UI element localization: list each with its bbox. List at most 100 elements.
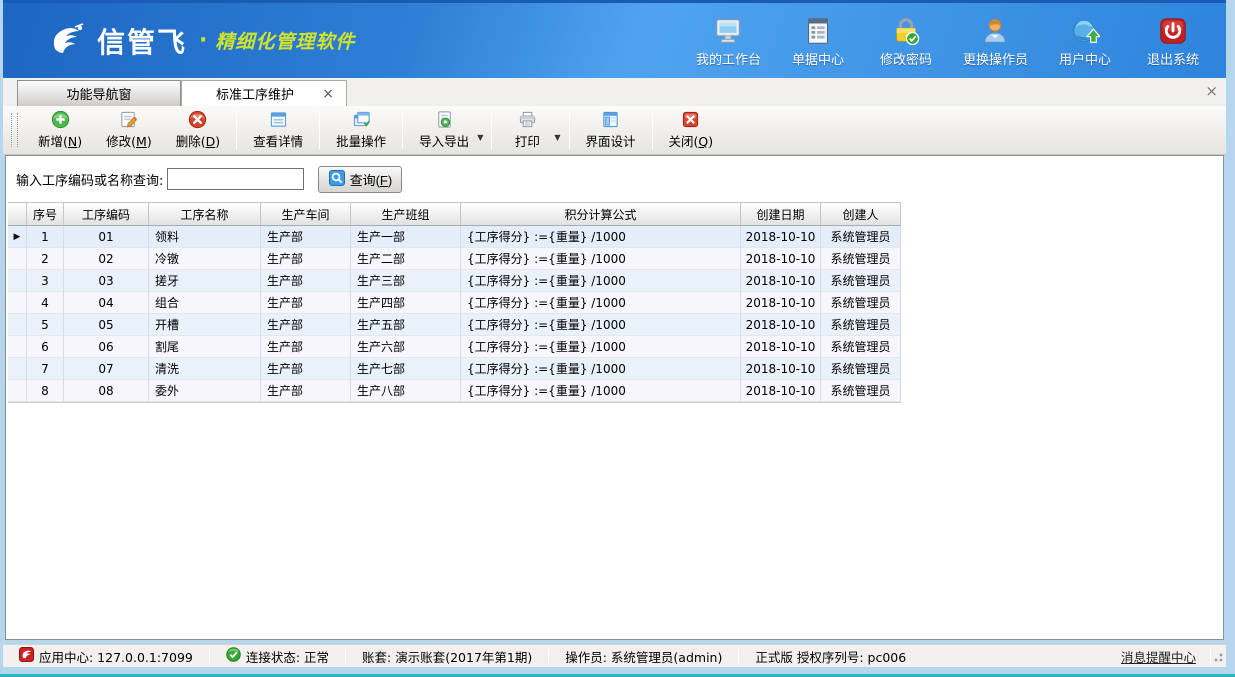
query-button[interactable]: 查询(F) [318,166,402,193]
toolbar-group: 修改(M) [94,108,164,152]
toolbar-group: 关闭(Q) [657,108,726,152]
table-cell: 1 [27,226,64,248]
row-indicator-cell [8,248,27,270]
toolbar-group: 导入导出▼ [407,108,487,152]
table-row[interactable]: 707清洗生产部生产七部{工序得分} :={重量} /10002018-10-1… [8,358,901,380]
table-cell: {工序得分} :={重量} /1000 [461,292,741,314]
resize-grip-handle[interactable] [1211,650,1224,663]
current-row-marker-icon: ▶ [14,232,21,242]
table-cell: 生产六部 [351,336,461,358]
table-cell: 04 [64,292,149,314]
table-row[interactable]: 404组合生产部生产四部{工序得分} :={重量} /10002018-10-1… [8,292,901,314]
column-header-序号[interactable]: 序号 [27,202,64,226]
table-cell: 系统管理员 [821,248,901,270]
table-cell: 开槽 [149,314,261,336]
status-bar: 应用中心: 127.0.0.1:7099连接状态: 正常账套: 演示账套(201… [3,644,1226,667]
toolbar-button-新增[interactable]: 新增(N) [26,108,94,152]
header-action-我的工作台[interactable]: 我的工作台 [696,14,761,68]
header-action-更换操作员[interactable]: 更换操作员 [963,14,1028,68]
column-header-创建日期[interactable]: 创建日期 [741,202,821,226]
documents-icon [803,14,833,46]
table-cell: 系统管理员 [821,226,901,248]
toolbar-button-界面设计[interactable]: 界面设计 [574,108,648,152]
process-table: 序号工序编码工序名称生产车间生产班组积分计算公式创建日期创建人 ▶101领料生产… [8,202,901,403]
table-cell: 2018-10-10 [741,292,821,314]
table-cell: 8 [27,380,64,402]
table-cell: 搓牙 [149,270,261,292]
table-cell: 清洗 [149,358,261,380]
import-export-icon [435,110,454,129]
table-cell: 08 [64,380,149,402]
toolbar-button-关闭[interactable]: 关闭(Q) [657,108,726,152]
toolbar-button-删除[interactable]: 删除(D) [164,108,232,152]
row-indicator-header [8,202,27,226]
add-icon [51,110,70,129]
row-indicator-cell [8,358,27,380]
table-row[interactable]: 808委外生产部生产八部{工序得分} :={重量} /10002018-10-1… [8,380,901,402]
table-cell: 生产部 [261,336,351,358]
main-toolbar: 新增(N)修改(M)删除(D)查看详情批量操作导入导出▼打印▼界面设计关闭(Q) [3,106,1226,155]
search-icon [329,170,345,189]
table-cell: 5 [27,314,64,336]
table-row[interactable]: 202冷镦生产部生产二部{工序得分} :={重量} /10002018-10-1… [8,248,901,270]
column-header-生产班组[interactable]: 生产班组 [351,202,461,226]
dropdown-arrow-icon[interactable]: ▼ [554,119,560,142]
toolbar-button-label: 关闭(Q) [669,131,714,150]
table-cell: 生产四部 [351,292,461,314]
toolbar-button-打印[interactable]: 打印 [496,108,558,152]
table-cell: 生产部 [261,314,351,336]
table-row[interactable]: 606割尾生产部生产六部{工序得分} :={重量} /10002018-10-1… [8,336,901,358]
toolbar-button-导入导出[interactable]: 导入导出 [407,108,481,152]
header-action-单据中心[interactable]: 单据中心 [787,14,849,68]
status-item: 正式版 授权序列号: pc006 [739,647,922,666]
tab-label: 标准工序维护 [216,84,294,103]
toolbar-button-label: 修改(M) [106,131,152,150]
toolbar-grip-handle[interactable] [11,113,18,147]
tab-close-icon[interactable]: × [320,86,336,102]
table-cell: 系统管理员 [821,380,901,402]
table-cell: 冷镦 [149,248,261,270]
search-input[interactable] [167,168,304,190]
workbench-icon [713,14,743,46]
header-action-退出系统[interactable]: 退出系统 [1142,14,1204,68]
dropdown-arrow-icon[interactable]: ▼ [477,119,483,142]
app-title: 信管飞 [97,21,187,61]
toolbar-button-修改[interactable]: 修改(M) [94,108,164,152]
app-slogan: 精细化管理软件 [215,27,355,54]
status-item: 操作员: 系统管理员(admin) [549,647,738,666]
column-header-生产车间[interactable]: 生产车间 [261,202,351,226]
status-item-text: 正式版 授权序列号: pc006 [755,647,906,666]
row-indicator-cell: ▶ [8,226,27,248]
password-icon [891,14,921,46]
tabstrip-close-icon[interactable]: × [1205,84,1218,99]
toolbar-button-label: 查看详情 [253,131,303,150]
header-action-修改密码[interactable]: 修改密码 [875,14,937,68]
toolbar-separator [319,111,320,149]
tab-标准工序维护[interactable]: 标准工序维护 × [181,80,347,106]
toolbar-button-查看详情[interactable]: 查看详情 [241,108,315,152]
tab-功能导航窗[interactable]: 功能导航窗 [17,80,181,106]
header-action-用户中心[interactable]: 用户中心 [1054,14,1116,68]
message-center-link[interactable]: 消息提醒中心 [1102,647,1210,666]
table-body: ▶101领料生产部生产一部{工序得分} :={重量} /10002018-10-… [8,226,901,402]
toolbar-button-批量操作[interactable]: 批量操作 [324,108,398,152]
column-header-工序编码[interactable]: 工序编码 [64,202,149,226]
table-header-row: 序号工序编码工序名称生产车间生产班组积分计算公式创建日期创建人 [8,202,901,226]
brand: 信管飞 · 精细化管理软件 [45,19,355,63]
table-cell: 生产一部 [351,226,461,248]
table-cell: {工序得分} :={重量} /1000 [461,248,741,270]
table-row[interactable]: 505开槽生产部生产五部{工序得分} :={重量} /10002018-10-1… [8,314,901,336]
table-cell: 委外 [149,380,261,402]
header-action-label: 用户中心 [1059,49,1111,68]
table-row[interactable]: ▶101领料生产部生产一部{工序得分} :={重量} /10002018-10-… [8,226,901,248]
row-indicator-cell [8,270,27,292]
header-action-label: 我的工作台 [696,49,761,68]
print-icon [518,110,537,129]
table-cell: {工序得分} :={重量} /1000 [461,314,741,336]
column-header-积分计算公式[interactable]: 积分计算公式 [461,202,741,226]
column-header-工序名称[interactable]: 工序名称 [149,202,261,226]
table-cell: 生产五部 [351,314,461,336]
table-row[interactable]: 303搓牙生产部生产三部{工序得分} :={重量} /10002018-10-1… [8,270,901,292]
toolbar-separator [236,111,237,149]
column-header-创建人[interactable]: 创建人 [821,202,901,226]
